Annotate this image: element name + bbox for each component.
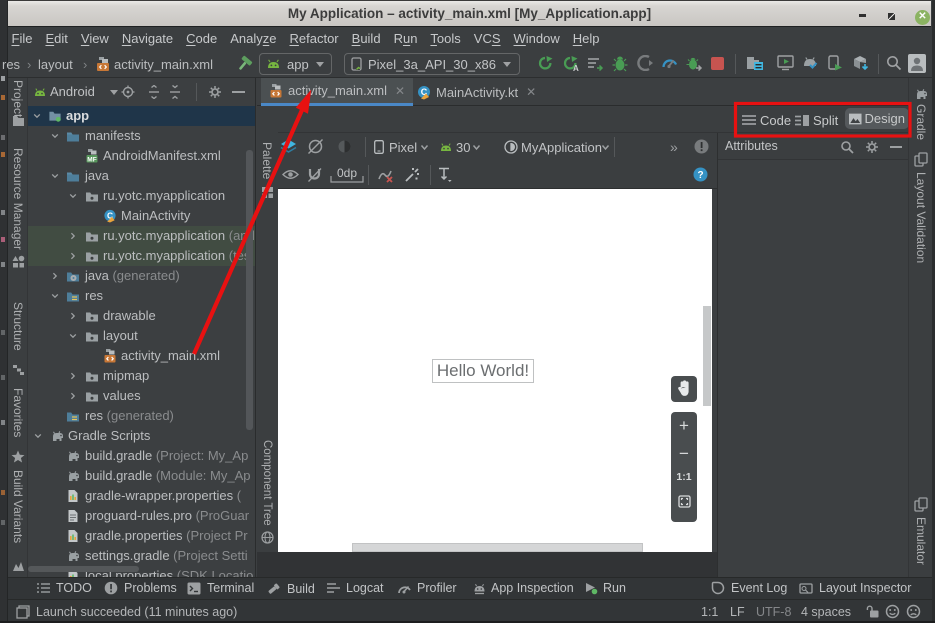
svg-text:?: ? (697, 170, 703, 181)
svg-text:A: A (573, 64, 579, 72)
svg-text:0dp: 0dp (337, 166, 357, 180)
